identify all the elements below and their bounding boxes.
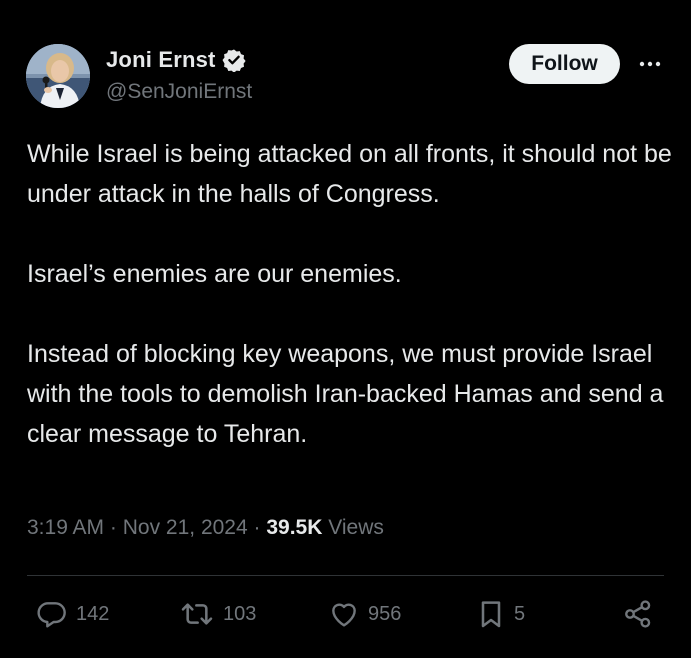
tweet-meta: 3:19 AM · Nov 21, 2024 · 39.5K Views bbox=[27, 516, 384, 540]
repost-button[interactable]: 103 bbox=[179, 596, 256, 632]
avatar[interactable] bbox=[26, 44, 90, 108]
share-button[interactable] bbox=[622, 596, 654, 632]
tweet-card: Joni Ernst @SenJoniErnst Follow While Is… bbox=[0, 0, 691, 658]
reply-button[interactable]: 142 bbox=[36, 596, 109, 632]
tweet-time[interactable]: 3:19 AM bbox=[27, 516, 104, 539]
reply-count: 142 bbox=[76, 602, 110, 625]
views-count: 39.5K bbox=[266, 516, 323, 539]
avatar-image bbox=[26, 44, 90, 108]
divider bbox=[27, 575, 664, 576]
tweet-paragraph: Instead of blocking key weapons, we must… bbox=[27, 340, 664, 448]
like-count: 956 bbox=[368, 602, 402, 625]
tweet-date[interactable]: Nov 21, 2024 bbox=[123, 516, 248, 539]
bookmark-icon bbox=[481, 601, 501, 628]
meta-separator: · bbox=[253, 516, 267, 539]
more-horizontal-icon bbox=[639, 61, 661, 67]
meta-separator: · bbox=[109, 516, 123, 539]
share-icon bbox=[625, 600, 651, 628]
author-handle[interactable]: @SenJoniErnst bbox=[106, 80, 252, 104]
verified-badge-icon bbox=[222, 48, 246, 73]
tweet-paragraph: Israel’s enemies are our enemies. bbox=[27, 260, 402, 288]
more-options-button[interactable] bbox=[636, 50, 664, 78]
heart-icon bbox=[332, 603, 356, 627]
bookmark-count: 5 bbox=[514, 602, 526, 625]
tweet-paragraph: While Israel is being attacked on all fr… bbox=[27, 140, 672, 208]
repost-count: 103 bbox=[223, 602, 257, 625]
reply-icon bbox=[37, 602, 66, 628]
author-display-name[interactable]: Joni Ernst bbox=[106, 47, 216, 73]
repost-icon bbox=[181, 603, 213, 625]
views-label: Views bbox=[328, 516, 384, 539]
tweet-text: While Israel is being attacked on all fr… bbox=[27, 134, 677, 454]
like-button[interactable]: 956 bbox=[328, 596, 401, 632]
bookmark-button[interactable]: 5 bbox=[476, 596, 525, 632]
author-name-row: Joni Ernst bbox=[106, 45, 246, 75]
follow-button[interactable]: Follow bbox=[509, 44, 620, 84]
